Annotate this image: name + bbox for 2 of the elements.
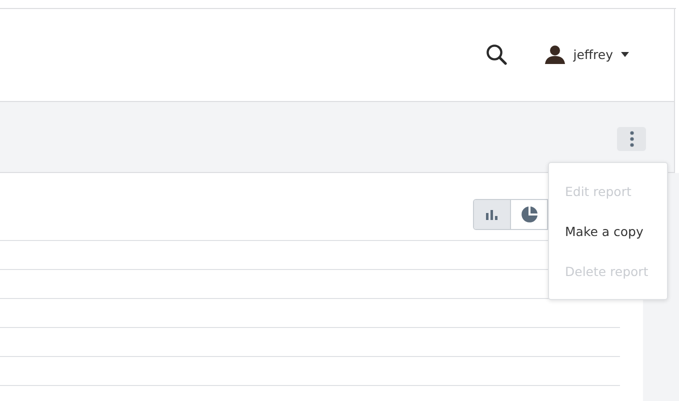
menu-item[interactable]: Make a copy (549, 211, 667, 251)
user-menu-button[interactable]: jeffrey (545, 44, 629, 64)
